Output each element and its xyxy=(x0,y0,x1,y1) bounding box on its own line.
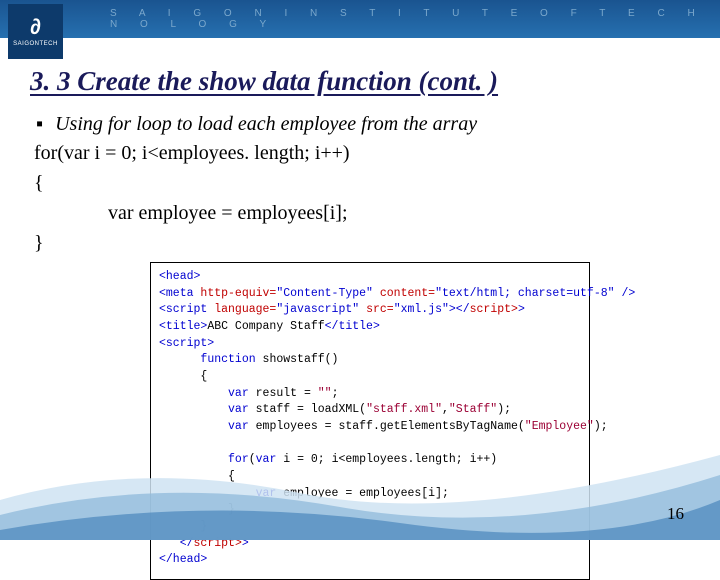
code-line-2: { xyxy=(34,168,690,198)
logo-text: SAIGONTECH xyxy=(13,41,58,47)
code-snippet: <head> <meta http-equiv="Content-Type" c… xyxy=(159,269,581,569)
bullet-marker-icon: ▪ xyxy=(36,113,43,136)
bullet-item: ▪ Using for loop to load each employee f… xyxy=(36,113,690,136)
bullet-text: Using for loop to load each employee fro… xyxy=(55,113,477,136)
header-bar: ∂ SAIGONTECH S A I G O N I N S T I T U T… xyxy=(0,0,720,38)
code-line-3: var employee = employees[i]; xyxy=(108,198,690,228)
code-screenshot-box: <head> <meta http-equiv="Content-Type" c… xyxy=(150,262,590,580)
logo-symbol: ∂ xyxy=(30,16,41,38)
code-line-4: } xyxy=(34,228,690,258)
slide-title: 3. 3 Create the show data function (cont… xyxy=(30,66,690,97)
header-org-text: S A I G O N I N S T I T U T E O F T E C … xyxy=(110,8,720,30)
slide-content: 3. 3 Create the show data function (cont… xyxy=(0,38,720,580)
code-line-1: for(var i = 0; i<employees. length; i++) xyxy=(34,138,690,168)
page-number: 16 xyxy=(667,504,684,524)
logo: ∂ SAIGONTECH xyxy=(8,4,63,59)
